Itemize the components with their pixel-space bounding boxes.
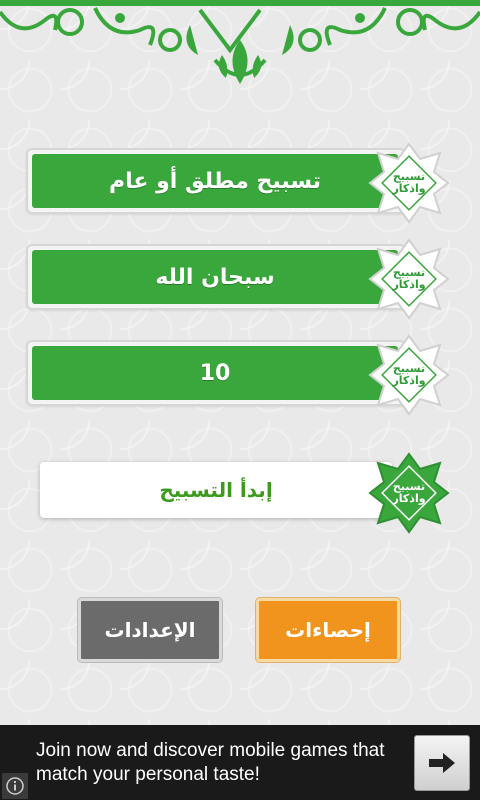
badge-line-2: واذكار [392,374,426,387]
dhikr-label: سبحان الله [32,250,398,304]
arrow-right-icon [429,753,455,773]
star-badge-text: تسبيح واذكار [368,334,450,416]
start-tasbih-label: إبدأ التسبيح [40,462,392,518]
row-count[interactable]: 10 تسبيح واذكار [26,334,450,416]
settings-button[interactable]: الإعدادات [78,598,222,662]
badge-line-2: واذكار [392,278,426,291]
count-bar: 10 [26,340,406,406]
badge-line-2: واذكار [392,182,426,195]
start-star-badge: تسبيح واذكار [368,452,450,534]
count-label: 10 [32,346,398,400]
floral-ornament-icon [0,0,480,84]
row-tasbih-type[interactable]: تسبيح مطلق أو عام تسبيح واذكار [26,142,450,224]
tasbih-type-label: تسبيح مطلق أو عام [32,154,398,208]
ad-arrow-button[interactable] [414,735,470,791]
star-badge-text: تسبيح واذكار [368,452,450,534]
tasbih-star-badge: تسبيح واذكار [368,142,450,224]
dhikr-bar: سبحان الله [26,244,406,310]
ad-text: Join now and discover mobile games that … [36,740,385,785]
ad-info-button[interactable] [2,773,28,799]
badge-line-2: واذكار [392,492,426,505]
ad-banner[interactable]: Join now and discover mobile games that … [0,725,480,800]
star-badge-text: تسبيح واذكار [368,238,450,320]
row-dhikr[interactable]: سبحان الله تسبيح واذكار [26,238,450,320]
dhikr-star-badge: تسبيح واذكار [368,238,450,320]
info-icon [6,777,24,795]
star-badge-text: تسبيح واذكار [368,142,450,224]
start-tasbih-button[interactable]: إبدأ التسبيح تسبيح واذكار [40,452,450,534]
statistics-button[interactable]: إحصاءات [256,598,400,662]
count-star-badge: تسبيح واذكار [368,334,450,416]
tasbih-type-bar: تسبيح مطلق أو عام [26,148,406,214]
